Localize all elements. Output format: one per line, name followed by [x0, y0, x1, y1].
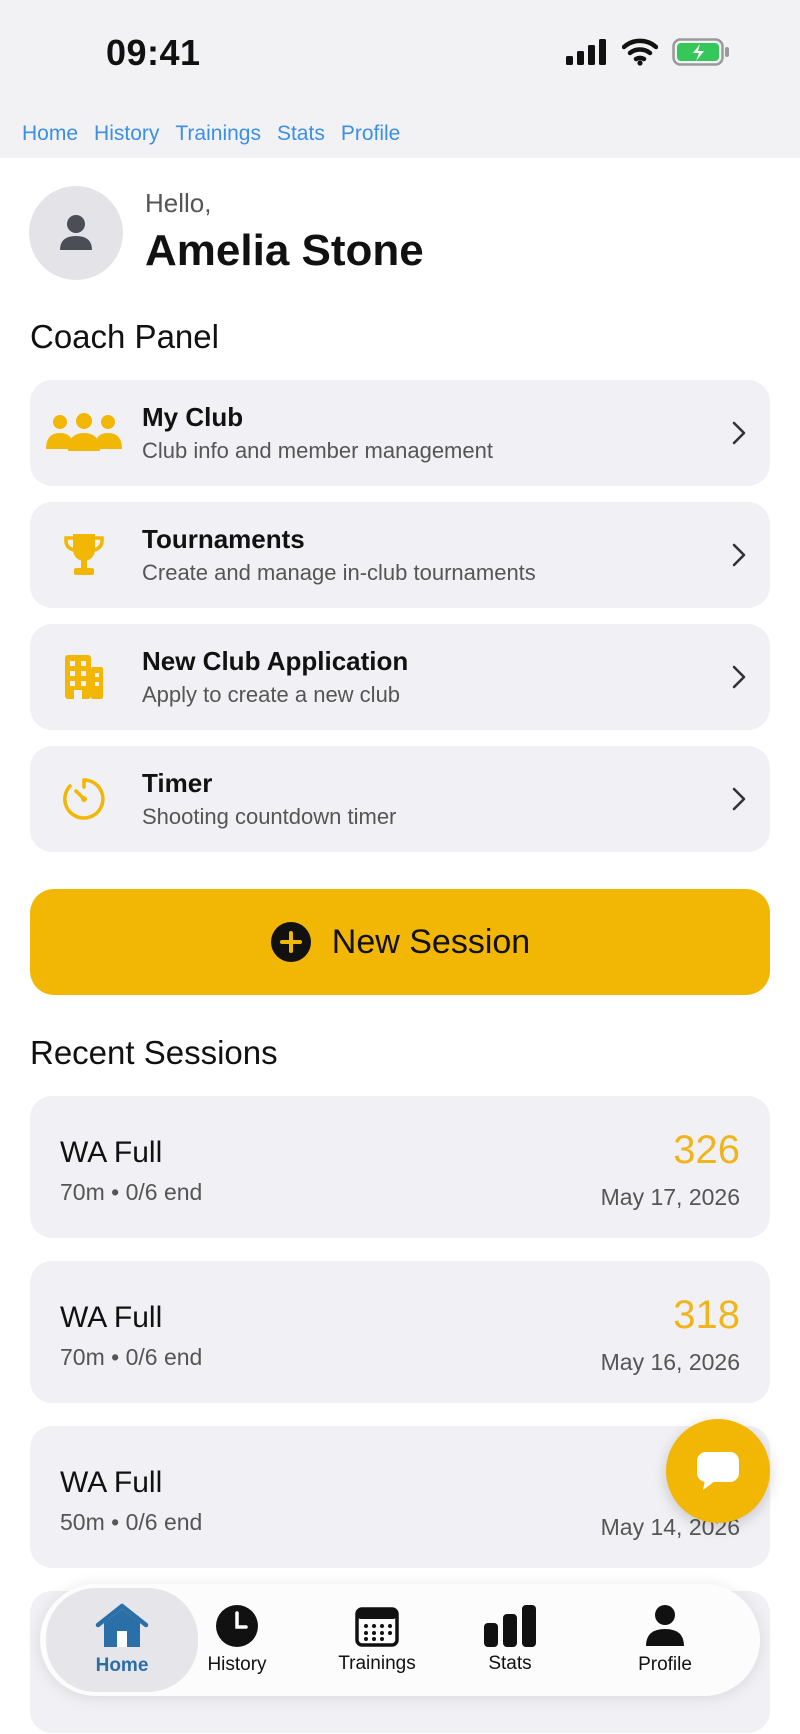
coach-panel-item-subtitle: Create and manage in-club tournaments [142, 560, 536, 585]
chat-button[interactable] [666, 1419, 770, 1523]
new-session-label: New Session [331, 922, 531, 961]
session-score: 318 [673, 1293, 740, 1337]
top-nav-stats-link[interactable]: Stats [277, 122, 325, 146]
coach-panel-title: Coach Panel [30, 318, 219, 355]
new-session-button[interactable]: New Session [30, 889, 770, 995]
session-subtitle: 70m • 0/6 end [60, 1179, 203, 1205]
home-icon [95, 1603, 149, 1647]
status-time: 09:41 [106, 32, 201, 73]
cellular-signal-icon [566, 39, 606, 65]
session-title: WA Full [60, 1301, 163, 1334]
group-icon [46, 398, 122, 468]
greeting-hello: Hello, [145, 188, 212, 218]
session-card[interactable]: WA Full 50m • 0/6 end May 14, 2026 [30, 1426, 770, 1568]
tab-label: Trainings [338, 1653, 416, 1674]
tab-label: Profile [638, 1654, 692, 1675]
clock-icon [216, 1605, 258, 1647]
plus-circle-icon [270, 922, 311, 962]
tab-history[interactable]: History [182, 1584, 292, 1696]
tab-trainings[interactable]: Trainings [312, 1584, 442, 1696]
session-title: WA Full [60, 1466, 163, 1499]
session-title: WA Full [60, 1136, 163, 1169]
top-nav: Home History Trainings Stats Profile [0, 110, 800, 158]
coach-panel-item-my-club[interactable]: My Club Club info and member management [30, 380, 770, 486]
session-subtitle: 50m • 0/6 end [60, 1509, 203, 1535]
tab-label: Stats [488, 1653, 532, 1674]
status-bar: 09:41 [0, 0, 800, 110]
coach-panel-item-new-club-application[interactable]: New Club Application Apply to create a n… [30, 624, 770, 730]
tab-stats[interactable]: Stats [460, 1584, 560, 1696]
coach-panel-item-title: Timer [142, 768, 213, 798]
tab-label: Home [95, 1655, 149, 1676]
timer-icon [46, 764, 122, 834]
coach-panel-item-timer[interactable]: Timer Shooting countdown timer [30, 746, 770, 852]
trophy-icon [46, 520, 122, 590]
coach-panel-item-tournaments[interactable]: Tournaments Create and manage in-club to… [30, 502, 770, 608]
person-icon [646, 1605, 684, 1646]
coach-panel-item-title: My Club [142, 402, 244, 432]
wifi-icon [622, 38, 658, 66]
user-name: Amelia Stone [145, 226, 424, 275]
session-subtitle: 70m • 0/6 end [60, 1344, 203, 1370]
tab-label: History [207, 1654, 267, 1675]
top-nav-history-link[interactable]: History [94, 122, 159, 146]
battery-charging-icon [672, 38, 729, 66]
session-score: 326 [673, 1128, 740, 1172]
chat-bubble-icon [697, 1452, 739, 1490]
chevron-right-icon [732, 543, 746, 567]
person-icon [60, 215, 92, 250]
session-date: May 16, 2026 [600, 1349, 740, 1375]
top-nav-trainings-link[interactable]: Trainings [175, 122, 261, 146]
building-icon [46, 642, 122, 712]
chevron-right-icon [732, 787, 746, 811]
coach-panel-item-subtitle: Shooting countdown timer [142, 804, 397, 829]
chevron-right-icon [732, 421, 746, 445]
avatar[interactable] [29, 186, 123, 280]
coach-panel-item-subtitle: Club info and member management [142, 438, 493, 463]
tab-profile[interactable]: Profile [610, 1584, 720, 1696]
tab-bar: Home History Trainings Stats Profile [40, 1584, 760, 1696]
coach-panel-item-title: Tournaments [142, 524, 305, 554]
session-card[interactable]: WA Full 70m • 0/6 end 318 May 16, 2026 [30, 1261, 770, 1403]
tab-home[interactable]: Home [46, 1588, 198, 1692]
session-card[interactable]: WA Full 70m • 0/6 end 326 May 17, 2026 [30, 1096, 770, 1238]
recent-sessions-title: Recent Sessions [30, 1034, 278, 1071]
top-nav-home-link[interactable]: Home [22, 122, 78, 146]
bar-chart-icon [484, 1605, 536, 1647]
calendar-icon [355, 1607, 399, 1647]
coach-panel-item-title: New Club Application [142, 646, 409, 676]
coach-panel-item-subtitle: Apply to create a new club [142, 682, 401, 707]
chevron-right-icon [732, 665, 746, 689]
status-icons [566, 38, 730, 66]
top-nav-profile-link[interactable]: Profile [341, 122, 401, 146]
session-date: May 17, 2026 [600, 1184, 740, 1210]
